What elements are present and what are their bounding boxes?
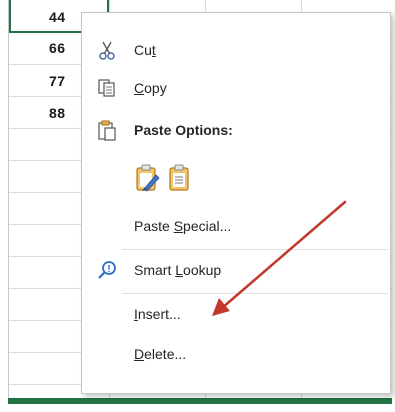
menu-item-delete[interactable]: Delete... [82, 337, 388, 371]
paste-options-label: Paste Options: [134, 122, 233, 138]
menu-item-cut[interactable]: Cut [82, 33, 388, 67]
paste-options-row [134, 159, 254, 199]
paste-formatting-icon[interactable] [134, 163, 162, 193]
menu-separator [122, 293, 388, 294]
scissors-icon [99, 41, 115, 60]
cell-value[interactable]: 66 [49, 40, 66, 56]
cell-value[interactable]: 44 [49, 9, 66, 25]
menu-item-label: Paste Special... [134, 218, 232, 234]
menu-item-label: Smart Lookup [134, 262, 222, 278]
menu-item-copy[interactable]: Copy [82, 71, 388, 105]
status-bar-strip [8, 398, 392, 404]
context-menu: Cut Copy Paste Options: Paste Special...… [81, 12, 391, 394]
clipboard-icon [98, 120, 116, 141]
smart-lookup-icon [98, 261, 116, 279]
menu-item-label: Cut [134, 42, 156, 58]
cell-value[interactable]: 88 [49, 105, 66, 121]
cell-value[interactable]: 77 [49, 73, 66, 89]
menu-item-insert[interactable]: Insert... [82, 297, 388, 331]
copy-icon [98, 79, 115, 97]
menu-item-paste-special[interactable]: Paste Special... [82, 209, 388, 243]
paste-values-icon[interactable] [166, 163, 194, 193]
menu-separator [122, 249, 388, 250]
paste-options-header: Paste Options: [82, 113, 388, 147]
menu-item-label: Delete... [134, 346, 187, 362]
menu-item-label: Insert... [134, 306, 181, 322]
menu-item-smart-lookup[interactable]: Smart Lookup [82, 253, 388, 287]
menu-item-label: Copy [134, 80, 167, 96]
screenshot-frame: 44 66 77 88 Cut Copy Paste Options: Past… [0, 0, 395, 412]
